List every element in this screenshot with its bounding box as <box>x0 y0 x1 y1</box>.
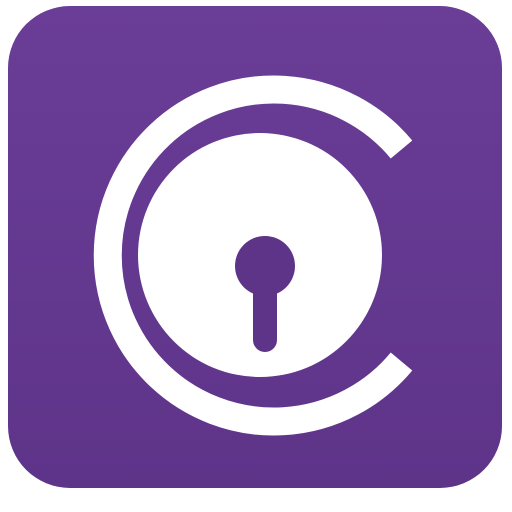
lock-logo <box>0 0 512 512</box>
app-icon <box>0 0 512 512</box>
lock-logo-svg <box>93 75 413 436</box>
